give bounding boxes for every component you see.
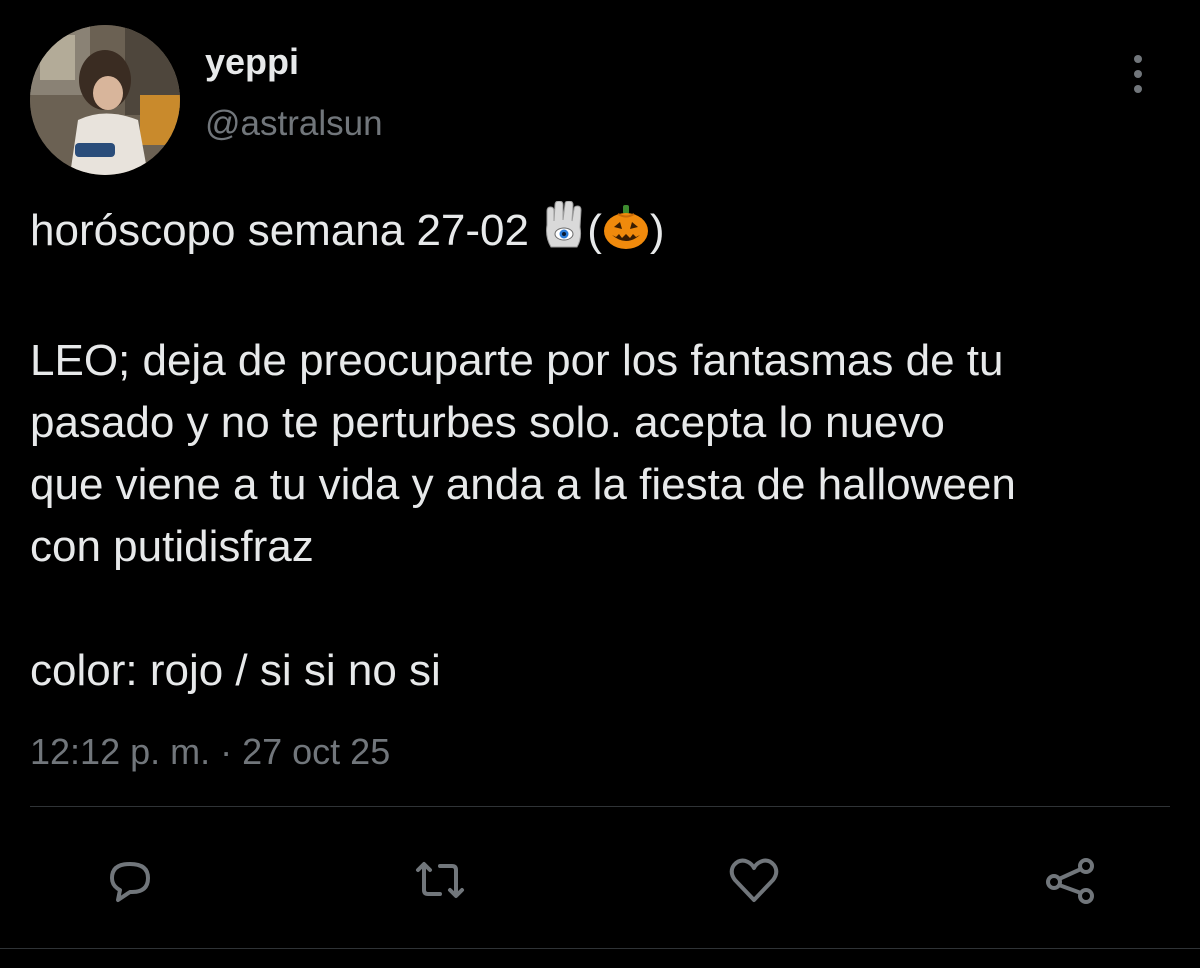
tweet-paragraph-leo: LEO; deja de preocuparte por los fantasm… — [30, 336, 1016, 571]
more-options-icon[interactable] — [1120, 50, 1156, 98]
paren-close: ) — [649, 206, 665, 255]
avatar[interactable] — [30, 25, 180, 175]
hamsa-emoji — [541, 200, 587, 268]
reply-icon[interactable] — [100, 850, 160, 910]
tweet-title-text: horóscopo semana 27-02 — [30, 206, 542, 255]
paren-open: ( — [587, 206, 602, 255]
tweet-line-title: horóscopo semana 27-02 ( ) — [30, 200, 1190, 268]
jack-o-lantern-emoji — [602, 203, 650, 268]
retweet-icon[interactable] — [410, 850, 470, 910]
display-name[interactable]: yeppi — [205, 40, 299, 84]
more-dot — [1134, 70, 1142, 78]
tweet-paragraph-color: color: rojo / si si no si — [30, 646, 441, 695]
more-dot — [1134, 85, 1142, 93]
tweet-text: horóscopo semana 27-02 ( ) LEO; deja de … — [30, 200, 1190, 702]
tweet-timestamp[interactable]: 12:12 p. m. · 27 oct 25 — [30, 728, 390, 776]
user-handle[interactable]: @astralsun — [205, 102, 383, 146]
divider — [30, 806, 1170, 807]
bottom-divider — [0, 948, 1200, 949]
share-icon[interactable] — [1040, 850, 1100, 910]
like-icon[interactable] — [724, 850, 784, 910]
more-dot — [1134, 55, 1142, 63]
